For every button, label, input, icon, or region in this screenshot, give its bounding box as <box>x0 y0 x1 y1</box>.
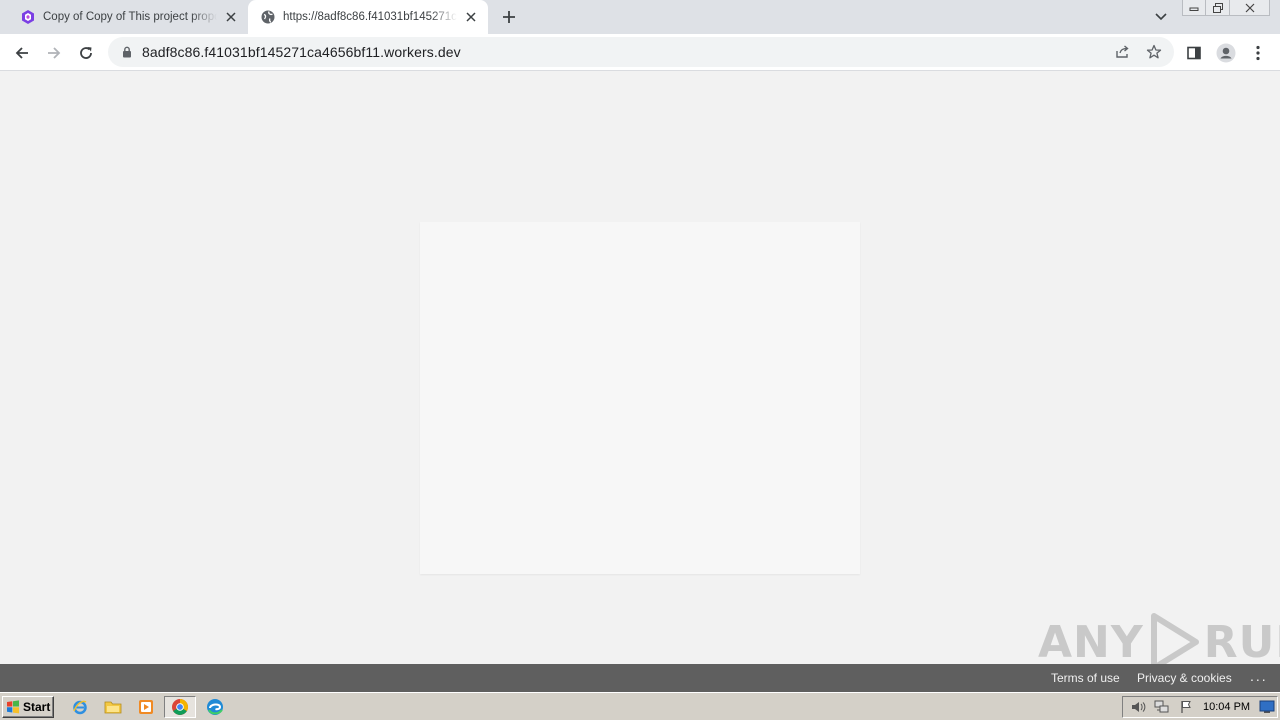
windows-taskbar: Start 10:04 PM <box>0 692 1280 720</box>
forward-button[interactable] <box>42 41 66 65</box>
browser-toolbar: 8adf8c86.f41031bf145271ca4656bf11.worker… <box>0 34 1280 71</box>
content-card <box>420 222 860 574</box>
windows-logo-icon <box>6 700 20 714</box>
chevron-down-icon <box>1155 13 1167 21</box>
url-text: 8adf8c86.f41031bf145271ca4656bf11.worker… <box>142 44 461 60</box>
share-icon[interactable] <box>1111 41 1133 63</box>
volume-icon[interactable] <box>1129 698 1147 716</box>
privacy-cookies-link[interactable]: Privacy & cookies <box>1137 671 1232 685</box>
lock-icon[interactable] <box>120 45 134 59</box>
tab-search-button[interactable] <box>1152 8 1170 26</box>
more-options-button[interactable]: ... <box>1250 668 1268 684</box>
profile-button[interactable] <box>1214 41 1238 65</box>
start-button[interactable]: Start <box>2 696 54 718</box>
minimize-icon <box>1189 7 1199 11</box>
close-icon <box>1245 3 1254 12</box>
file-explorer-icon[interactable] <box>101 696 125 718</box>
globe-icon <box>260 9 276 25</box>
tab-title: https://8adf8c86.f41031bf145271ca <box>283 11 457 23</box>
close-window-button[interactable] <box>1230 0 1270 16</box>
window-controls <box>1182 0 1270 18</box>
reload-button[interactable] <box>74 41 98 65</box>
tab-title: Copy of Copy of This project propos <box>43 11 217 23</box>
kebab-menu-icon <box>1256 45 1260 61</box>
plus-icon <box>503 11 515 23</box>
show-desktop-icon[interactable] <box>1258 698 1276 716</box>
system-tray: 10:04 PM <box>1122 696 1278 718</box>
tab-inactive[interactable]: Copy of Copy of This project propos <box>8 0 246 34</box>
reload-icon <box>80 47 92 59</box>
purple-hexagon-icon <box>20 9 36 25</box>
anyrun-watermark: ANY RUN <box>1038 612 1280 672</box>
side-panel-icon <box>1187 46 1201 60</box>
new-tab-button[interactable] <box>498 7 520 27</box>
footer-bar: Terms of use Privacy & cookies ... <box>0 664 1280 692</box>
tab-close-icon[interactable] <box>463 9 479 25</box>
back-button[interactable] <box>10 41 34 65</box>
action-center-flag-icon[interactable] <box>1177 698 1195 716</box>
watermark-left-text: ANY <box>1038 616 1144 668</box>
taskbar-clock[interactable]: 10:04 PM <box>1203 701 1250 713</box>
edge-icon[interactable] <box>203 696 227 718</box>
play-logo-icon <box>1146 612 1202 672</box>
media-player-icon[interactable] <box>134 696 158 718</box>
chrome-icon[interactable] <box>164 696 196 718</box>
address-bar[interactable]: 8adf8c86.f41031bf145271ca4656bf11.worker… <box>108 37 1174 67</box>
browser-tabstrip: Copy of Copy of This project propos http… <box>0 0 1280 34</box>
arrow-right-icon <box>48 47 61 59</box>
tab-close-icon[interactable] <box>223 9 239 25</box>
page-viewport: ANY RUN <box>0 72 1280 671</box>
bookmark-star-icon[interactable] <box>1143 41 1165 63</box>
watermark-right-text: RUN <box>1203 616 1280 668</box>
restore-button[interactable] <box>1206 0 1230 16</box>
start-label: Start <box>23 700 51 714</box>
menu-button[interactable] <box>1246 41 1270 65</box>
network-icon[interactable] <box>1153 698 1171 716</box>
side-panel-button[interactable] <box>1182 41 1206 65</box>
minimize-button[interactable] <box>1182 0 1206 16</box>
profile-avatar-icon <box>1216 43 1236 63</box>
internet-explorer-icon[interactable] <box>68 696 92 718</box>
terms-of-use-link[interactable]: Terms of use <box>1051 671 1120 685</box>
restore-icon <box>1212 2 1223 13</box>
tab-active[interactable]: https://8adf8c86.f41031bf145271ca <box>248 0 488 34</box>
arrow-left-icon <box>15 47 28 59</box>
